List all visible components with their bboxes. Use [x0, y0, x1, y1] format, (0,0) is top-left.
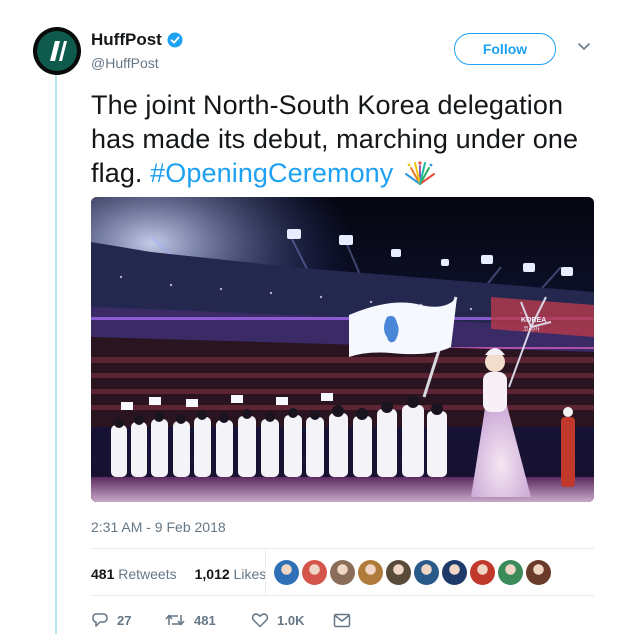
svg-text:KOREA: KOREA — [521, 317, 546, 324]
retweet-icon — [165, 614, 185, 626]
liker-avatar[interactable] — [274, 560, 299, 585]
liker-avatar[interactable] — [330, 560, 355, 585]
like-button[interactable]: 1.0K — [251, 612, 333, 628]
liker-avatar[interactable] — [302, 560, 327, 585]
hashtag-link[interactable]: #OpeningCeremony — [150, 158, 393, 188]
account-handle[interactable]: @HuffPost — [91, 55, 183, 71]
retweet-count: 481 — [194, 612, 216, 628]
reply-button[interactable]: 27 — [91, 612, 164, 628]
likes-count: 1,012 — [194, 566, 230, 582]
liker-avatar[interactable] — [386, 560, 411, 585]
liker-avatar[interactable] — [498, 560, 523, 585]
engagement-stats: 481 Retweets 1,012 Likes — [91, 566, 266, 582]
opening-ceremony-photo: KOREA 코리아 — [91, 197, 594, 502]
liker-avatars — [274, 560, 551, 585]
display-name[interactable]: HuffPost — [91, 30, 162, 50]
tweet-photo[interactable]: KOREA 코리아 — [91, 197, 594, 502]
account-name-row[interactable]: HuffPost — [91, 30, 183, 50]
follow-button[interactable]: Follow — [454, 33, 556, 65]
direct-message-button[interactable] — [333, 613, 351, 628]
direct-message-icon — [333, 613, 351, 627]
tweet-timestamp[interactable]: 2:31 AM - 9 Feb 2018 — [91, 519, 226, 535]
like-count: 1.0K — [277, 612, 305, 628]
divider — [91, 548, 594, 549]
retweets-stat[interactable]: 481 Retweets — [91, 566, 177, 582]
verified-badge-icon — [167, 32, 183, 48]
avatar[interactable] — [33, 27, 81, 75]
liker-avatar[interactable] — [470, 560, 495, 585]
retweet-button[interactable]: 481 — [164, 612, 251, 628]
account-info: HuffPost @HuffPost — [91, 30, 183, 71]
stats-separator — [265, 550, 266, 594]
liker-avatar[interactable] — [526, 560, 551, 585]
chevron-down-icon[interactable] — [577, 42, 591, 52]
likes-label: Likes — [233, 566, 267, 582]
tweet-text: The joint North-South Korea delegation h… — [91, 88, 606, 190]
divider — [91, 595, 594, 596]
thread-line — [55, 74, 57, 634]
huffpost-logo-icon — [33, 27, 81, 75]
liker-avatar[interactable] — [414, 560, 439, 585]
reply-icon — [92, 613, 108, 627]
liker-avatar[interactable] — [358, 560, 383, 585]
liker-avatar[interactable] — [442, 560, 467, 585]
sparkle-icon — [405, 161, 436, 185]
tweet-actions: 27 481 1.0K — [91, 609, 351, 631]
likes-stat[interactable]: 1,012 Likes — [195, 566, 267, 582]
retweets-count: 481 — [91, 566, 115, 582]
reply-count: 27 — [117, 612, 132, 628]
svg-text:코리아: 코리아 — [523, 325, 540, 333]
like-icon — [251, 613, 269, 628]
retweets-label: Retweets — [118, 566, 177, 582]
